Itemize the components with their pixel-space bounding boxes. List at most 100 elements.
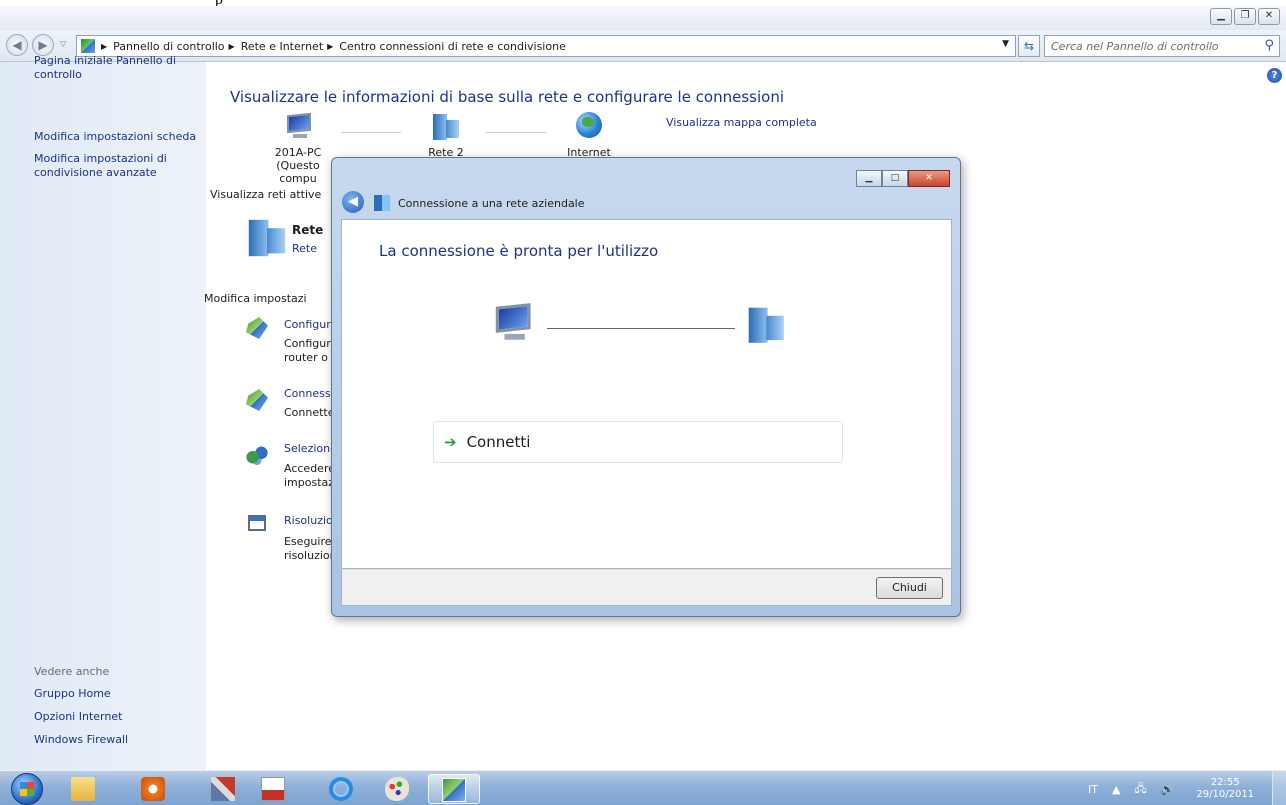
connect-button[interactable]: ➔ Connetti (433, 421, 843, 463)
help-icon[interactable]: ? (1267, 68, 1282, 83)
sidebar: Pagina iniziale Pannello di controllo Mo… (0, 54, 206, 770)
active-networks-label: Visualizza reti attive (210, 188, 322, 201)
show-hidden-icons[interactable]: ▲ (1112, 783, 1120, 796)
sidebar-link-internet-options[interactable]: Opzioni Internet (34, 710, 199, 724)
connection-line (547, 328, 735, 329)
task-2-desc: Connette (284, 406, 335, 419)
connect-label: Connetti (466, 433, 531, 451)
taskbar-control-panel[interactable] (428, 774, 480, 804)
address-bar[interactable]: ▶ Pannello di controllo ▶ Rete e Internet … (76, 35, 1016, 57)
network-node-network[interactable]: Rete 2 (418, 112, 474, 159)
search-input[interactable]: Cerca nel Pannello di controllo ⚲ (1044, 35, 1280, 57)
sidebar-link-homegroup[interactable]: Gruppo Home (34, 687, 199, 701)
connection-dialog: ▁ □ ✕ ◀ Connessione a una rete aziendale… (331, 157, 961, 617)
task-4-desc: Eseguire (284, 535, 332, 548)
window-titlebar: ▁ ❐ ✕ (0, 6, 1286, 30)
breadcrumb-label: Pannello di controllo (113, 39, 225, 53)
taskbar-ie[interactable] (316, 774, 368, 804)
sidebar-link-adapter[interactable]: Modifica impostazioni scheda (34, 130, 199, 144)
dialog-close-button[interactable]: ✕ (908, 170, 950, 187)
sidebar-link-home[interactable]: Pagina iniziale Pannello di controllo (34, 54, 199, 82)
green-arrow-icon: ➔ (444, 433, 457, 451)
network-node-internet[interactable]: Internet (561, 112, 617, 159)
desktop: p ▁ ❐ ✕ ◀ ▶ ▽ ▶Pannello di controllo ▶Re… (0, 0, 1286, 805)
close-dialog-button[interactable]: Chiudi (876, 577, 943, 599)
workplace-network-icon (374, 195, 390, 211)
minimize-button[interactable]: ▁ (1210, 8, 1232, 25)
computer-icon (283, 112, 313, 140)
sidebar-link-sharing[interactable]: Modifica impostazioni di condivisione av… (34, 152, 199, 180)
taskbar-paint[interactable] (372, 774, 424, 804)
address-dropdown-icon[interactable]: ▼ (1002, 39, 1009, 49)
network-type-link[interactable]: Rete (292, 242, 317, 255)
back-button[interactable]: ◀ (6, 34, 28, 56)
start-button[interactable] (11, 773, 43, 805)
globe-icon (576, 112, 602, 138)
troubleshoot-icon (248, 515, 266, 531)
breadcrumb-network-internet[interactable]: ▶ Rete e Internet (229, 40, 324, 53)
setup-connection-icon (246, 317, 268, 339)
taskbar-explorer[interactable] (58, 774, 110, 804)
connection-line (486, 132, 546, 133)
refresh-button[interactable]: ⇆ (1018, 35, 1040, 57)
homegroup-icon (246, 444, 268, 466)
network-name: Rete (292, 223, 324, 237)
node-sublabel: (Questo compu (276, 159, 320, 185)
search-icon[interactable]: ⚲ (1264, 38, 1274, 53)
restore-button[interactable]: ❐ (1234, 8, 1256, 25)
tools-icon (211, 777, 235, 801)
pdf-icon (261, 777, 285, 801)
forward-button[interactable]: ▶ (32, 34, 54, 56)
change-settings-label: Modifica impostazi (204, 292, 307, 305)
task-3-link[interactable]: Selezione (284, 442, 337, 455)
media-player-icon (141, 777, 165, 801)
node-label: 201A-PC (274, 146, 322, 159)
volume-icon[interactable]: 🔊 (1161, 783, 1175, 796)
clock[interactable]: 22:55 29/10/2011 (1196, 777, 1254, 801)
workplace-building-icon (746, 305, 787, 346)
show-desktop-button[interactable] (1272, 771, 1286, 805)
taskbar: IT ▲ 🖧 🔊 22:55 29/10/2011 (0, 770, 1286, 805)
network-tray-icon[interactable]: 🖧 (1134, 780, 1146, 799)
dialog-heading: La connessione è pronta per l'utilizzo (379, 242, 659, 260)
network-node-pc[interactable]: 201A-PC (Questo compu (258, 112, 338, 185)
task-1-desc: Configura (284, 337, 338, 350)
network-building-icon (431, 112, 461, 142)
taskbar-media-player[interactable] (128, 774, 180, 804)
sidebar-link-firewall[interactable]: Windows Firewall (34, 733, 199, 747)
connect-network-icon (246, 389, 268, 411)
search-placeholder: Cerca nel Pannello di controllo (1051, 40, 1219, 53)
task-3-desc: Accedere (284, 462, 335, 475)
breadcrumb-network-center[interactable]: ▶ Centro connessioni di rete e condivisio… (327, 40, 566, 53)
dialog-body: La connessione è pronta per l'utilizzo ➔… (341, 219, 952, 569)
dialog-caption-buttons: ▁ □ ✕ (856, 170, 950, 187)
dialog-footer: Chiudi (341, 569, 952, 606)
window-caption-buttons: ▁ ❐ ✕ (1210, 8, 1280, 25)
close-button[interactable]: ✕ (1258, 8, 1280, 25)
clock-time: 22:55 (1210, 777, 1240, 788)
language-indicator[interactable]: IT (1088, 783, 1098, 796)
see-also-header: Vedere anche (34, 665, 110, 678)
task-1-link[interactable]: Configura (284, 318, 338, 331)
task-4-desc-2: risoluzion (284, 549, 337, 562)
taskbar-pdf[interactable] (248, 774, 300, 804)
breadcrumb-control-panel[interactable]: ▶ Pannello di controllo (101, 40, 225, 53)
system-tray: IT ▲ 🖧 🔊 22:55 29/10/2011 (1088, 777, 1254, 801)
clock-date: 29/10/2011 (1196, 789, 1255, 800)
control-panel-icon (442, 778, 466, 802)
dialog-maximize-button[interactable]: □ (882, 170, 908, 187)
taskbar-tools[interactable] (198, 774, 250, 804)
internet-explorer-icon (329, 777, 353, 801)
task-3-desc-2: impostaz (284, 476, 335, 489)
dialog-back-button[interactable]: ◀ (342, 191, 364, 213)
control-panel-icon (81, 39, 95, 53)
connection-line (341, 132, 401, 133)
dialog-minimize-button[interactable]: ▁ (856, 170, 882, 187)
task-2-link[interactable]: Connessi (284, 387, 334, 400)
paint-icon (385, 777, 409, 801)
breadcrumb-label: Rete e Internet (240, 39, 324, 53)
task-4-link[interactable]: Risoluzio (284, 514, 333, 527)
computer-icon (490, 302, 534, 343)
recent-pages-dropdown[interactable]: ▽ (60, 39, 66, 48)
full-map-link[interactable]: Visualizza mappa completa (666, 116, 817, 129)
